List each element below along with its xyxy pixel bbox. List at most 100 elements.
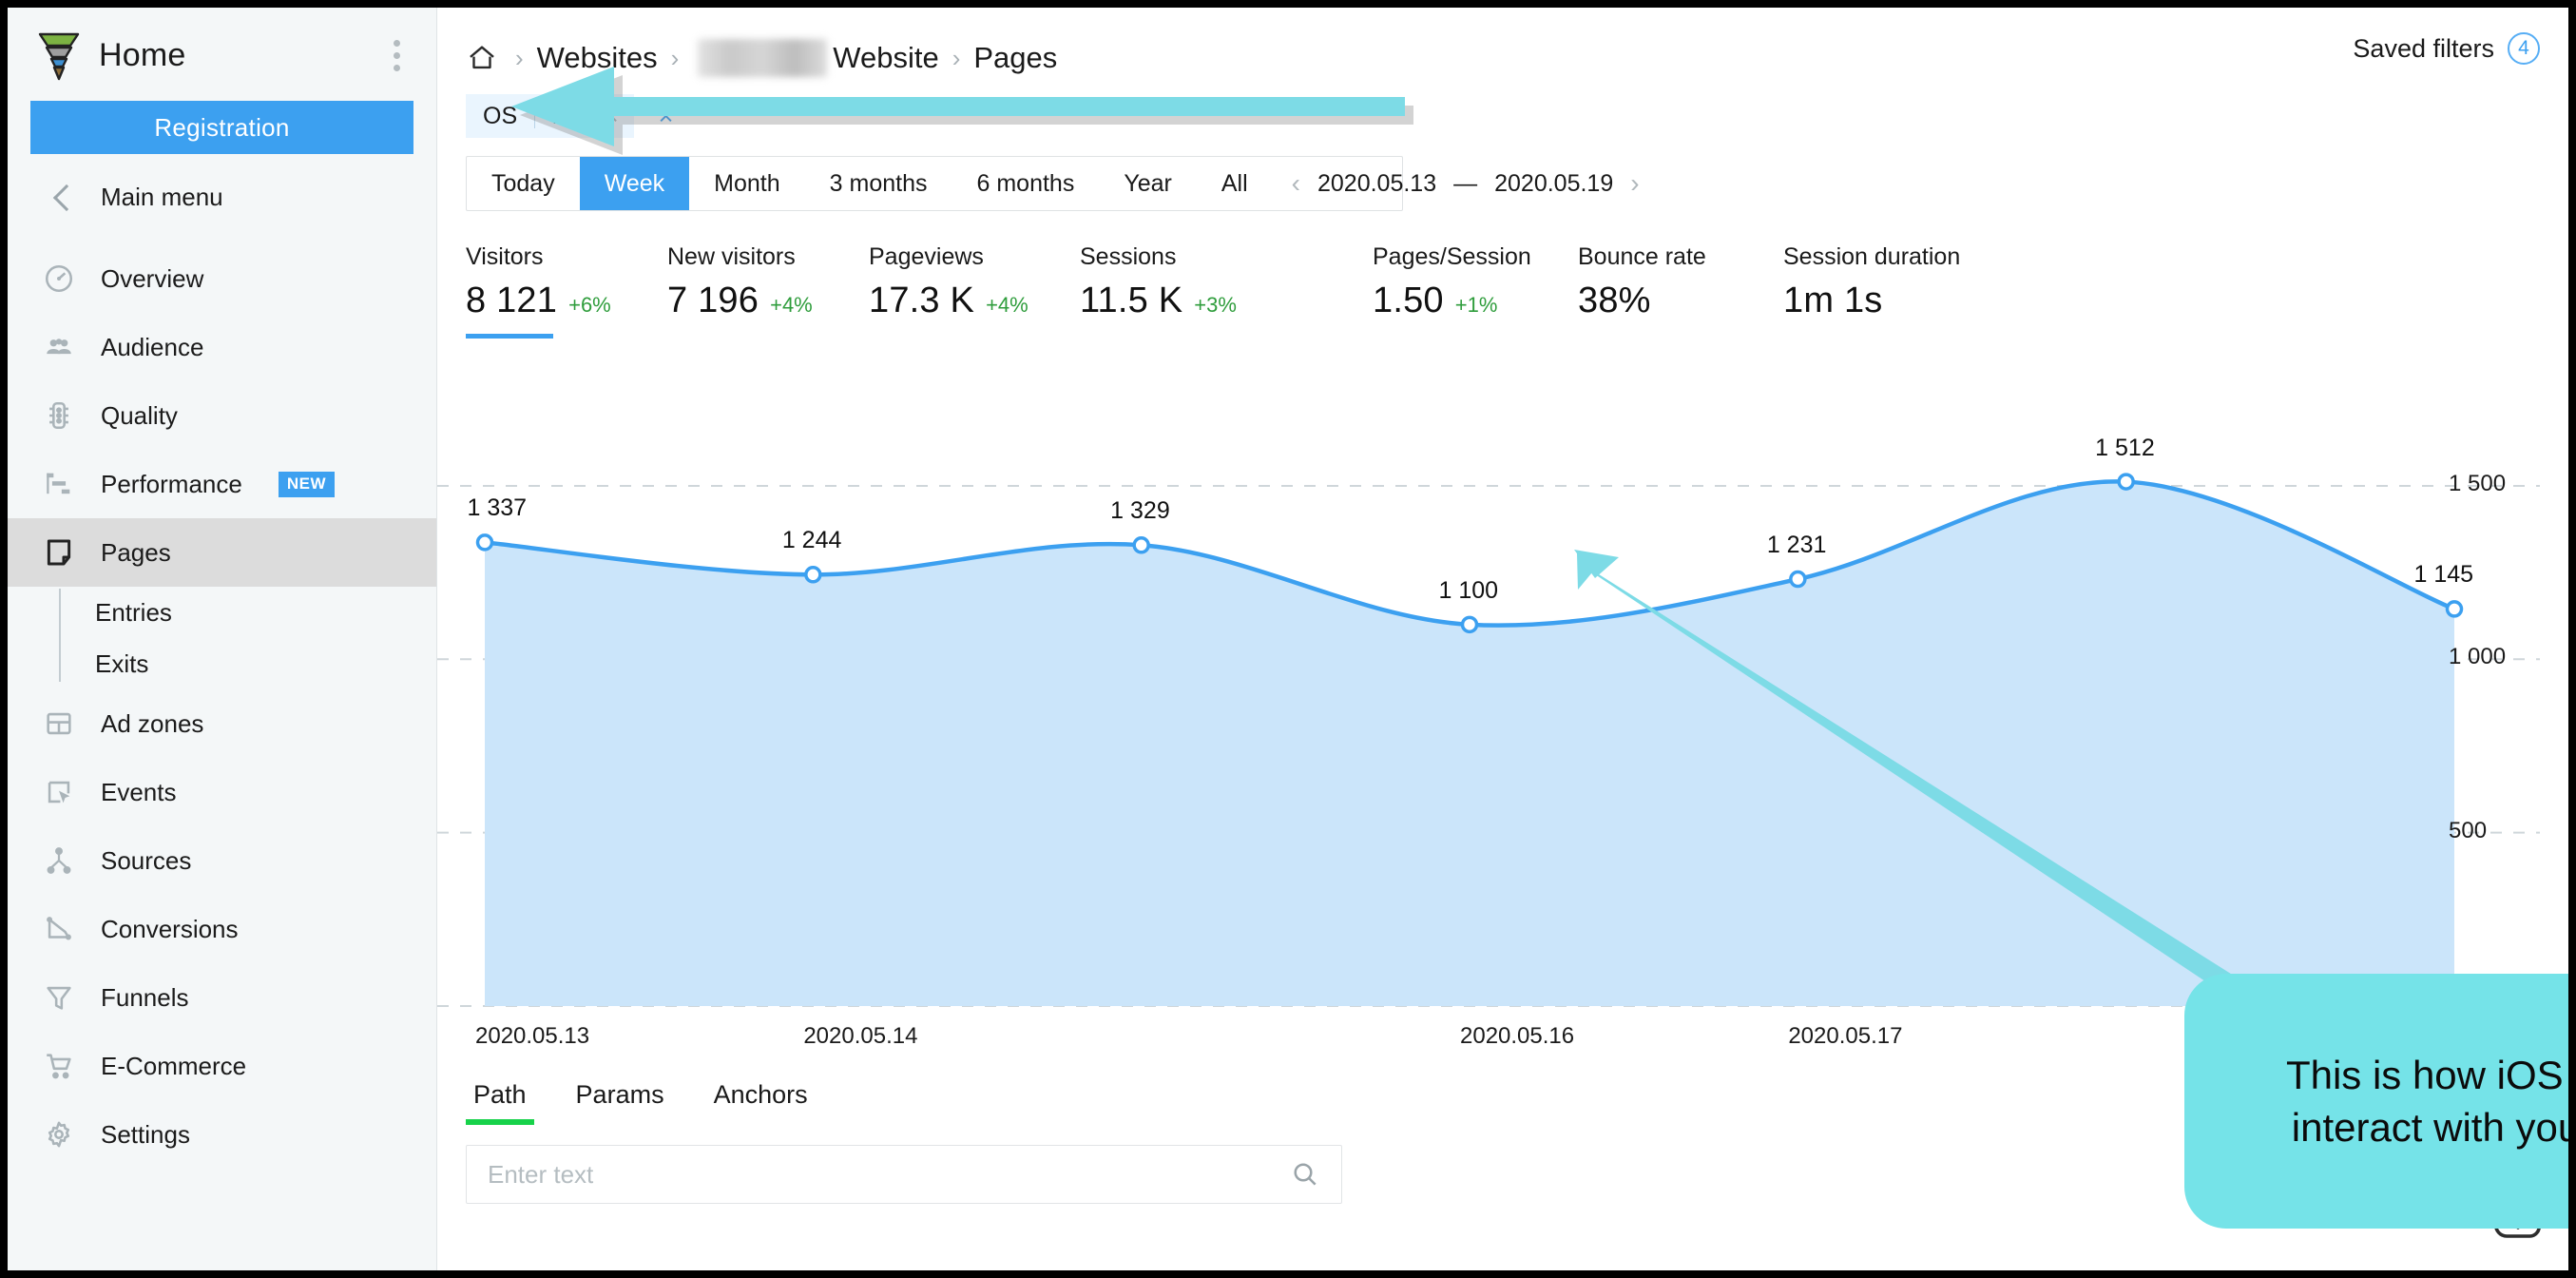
kpi-label: Bounce rate bbox=[1578, 243, 1706, 270]
range-option-month[interactable]: Month bbox=[689, 157, 804, 210]
path-search-box[interactable] bbox=[466, 1145, 1342, 1204]
kpi-session-duration[interactable]: Session duration 1m 1s bbox=[1783, 243, 1960, 321]
range-option-year[interactable]: Year bbox=[1099, 157, 1197, 210]
main-menu-back[interactable]: Main menu bbox=[8, 154, 436, 241]
kpi-value: 17.3 K bbox=[869, 281, 975, 320]
chart-point-label: 1 512 bbox=[2095, 434, 2155, 461]
content-tabs: Path Params Anchors bbox=[466, 1080, 833, 1125]
gear-icon bbox=[42, 1117, 76, 1152]
sidebar-item-conversions[interactable]: Conversions bbox=[8, 895, 436, 963]
filter-chip-remove-icon[interactable]: × bbox=[604, 102, 634, 131]
sidebar-item-label: Quality bbox=[101, 400, 178, 430]
date-range-from[interactable]: 2020.05.13 bbox=[1317, 170, 1436, 198]
breadcrumb-item-pages[interactable]: Pages bbox=[973, 41, 1057, 75]
more-vertical-icon[interactable] bbox=[379, 39, 413, 71]
chart-point-label: 1 231 bbox=[1766, 532, 1827, 559]
registration-button[interactable]: Registration bbox=[30, 101, 413, 154]
sidebar-item-audience[interactable]: Audience bbox=[8, 313, 436, 381]
sidebar-item-sources[interactable]: Sources bbox=[8, 826, 436, 895]
kpi-sessions[interactable]: Sessions 11.5 K +3% bbox=[1080, 243, 1373, 321]
sidebar-item-events[interactable]: Events bbox=[8, 758, 436, 826]
saved-filters-button[interactable]: Saved filters 4 bbox=[2353, 32, 2540, 65]
kpi-value: 1m 1s bbox=[1783, 281, 1883, 320]
chart-point-label: 1 329 bbox=[1110, 497, 1170, 525]
sidebar-item-entries[interactable]: Entries bbox=[65, 587, 436, 638]
breadcrumb-separator: › bbox=[952, 43, 961, 72]
tab-path[interactable]: Path bbox=[466, 1080, 551, 1125]
breadcrumb-separator: › bbox=[670, 43, 680, 72]
sidebar-item-label: Funnels bbox=[101, 982, 189, 1012]
visitors-area-chart[interactable]: 05001 0001 500 2020.05.132020.05.142020.… bbox=[437, 416, 2568, 1063]
analytics-app-window: Home Registration Main menu Overview Aud… bbox=[8, 8, 2568, 1270]
sidebar-item-exits[interactable]: Exits bbox=[65, 638, 436, 689]
cart-icon bbox=[42, 1049, 76, 1083]
filter-chip-value: iOS bbox=[552, 102, 592, 129]
breadcrumb-item-websites[interactable]: Websites bbox=[537, 41, 658, 75]
saved-filters-count-badge: 4 bbox=[2508, 32, 2540, 65]
funnel-logo-icon bbox=[38, 32, 80, 81]
sidebar-item-label: Sources bbox=[101, 845, 192, 875]
date-range-dash: — bbox=[1453, 169, 1478, 197]
kpi-delta: +4% bbox=[986, 293, 1028, 317]
sidebar-item-performance[interactable]: Performance NEW bbox=[8, 450, 436, 518]
kpi-value: 11.5 K bbox=[1080, 281, 1183, 320]
sidebar-item-label: E-Commerce bbox=[101, 1051, 247, 1080]
breadcrumb: › Websites › Website › Pages bbox=[466, 39, 1057, 77]
kpi-label: Visitors bbox=[466, 243, 544, 270]
range-option-today[interactable]: Today bbox=[467, 157, 580, 210]
sidebar-item-overview[interactable]: Overview bbox=[8, 244, 436, 313]
breadcrumb-item-website[interactable]: Website bbox=[833, 41, 938, 75]
sidebar-item-ad-zones[interactable]: Ad zones bbox=[8, 689, 436, 758]
sidebar-item-ecommerce[interactable]: E-Commerce bbox=[8, 1032, 436, 1100]
clear-all-filters-icon[interactable]: × bbox=[659, 102, 674, 131]
sidebar-item-funnels[interactable]: Funnels bbox=[8, 963, 436, 1032]
kpi-pageviews[interactable]: Pageviews 17.3 K +4% bbox=[869, 243, 1080, 321]
chart-y-tick-label: 1 000 bbox=[2449, 644, 2507, 670]
kpi-value: 7 196 bbox=[667, 281, 759, 320]
date-range-to[interactable]: 2020.05.19 bbox=[1494, 170, 1613, 198]
main-content: › Websites › Website › Pages Saved filte… bbox=[437, 8, 2568, 1270]
tab-label: Params bbox=[575, 1080, 664, 1109]
annotation-callout-text: This is how iOS users interact with your… bbox=[2285, 1052, 2568, 1150]
chart-point-label: 1 244 bbox=[781, 527, 842, 554]
tab-label: Path bbox=[473, 1080, 527, 1109]
conversion-icon bbox=[42, 912, 76, 946]
range-option-all[interactable]: All bbox=[1197, 157, 1273, 210]
tab-params[interactable]: Params bbox=[551, 1080, 689, 1125]
chart-point-label: 1 145 bbox=[2413, 561, 2474, 589]
filter-chips-row: OS iOS × × bbox=[437, 91, 2568, 141]
sidebar-item-pages[interactable]: Pages bbox=[8, 518, 436, 587]
prev-period-icon[interactable]: ‹ bbox=[1292, 168, 1300, 199]
search-icon[interactable] bbox=[1290, 1159, 1320, 1190]
kpi-selected-underline bbox=[466, 334, 553, 339]
kpi-label: Session duration bbox=[1783, 243, 1961, 270]
range-option-week[interactable]: Week bbox=[579, 157, 690, 210]
home-icon[interactable] bbox=[466, 42, 498, 74]
kpi-bounce-rate[interactable]: Bounce rate 38% bbox=[1578, 243, 1783, 321]
kpi-label: New visitors bbox=[667, 243, 796, 270]
page-icon bbox=[42, 535, 76, 570]
cursor-box-icon bbox=[42, 775, 76, 809]
sidebar-subnav: Entries Exits bbox=[8, 587, 436, 689]
kpi-visitors[interactable]: Visitors 8 121 +6% bbox=[466, 243, 667, 339]
kpi-delta: +6% bbox=[568, 293, 611, 317]
search-input[interactable] bbox=[488, 1159, 1290, 1190]
sidebar-item-label: Conversions bbox=[101, 914, 239, 943]
sidebar-item-quality[interactable]: Quality bbox=[8, 381, 436, 450]
range-option-3-months[interactable]: 3 months bbox=[805, 157, 952, 210]
chart-x-tick-label: 2020.05.17 bbox=[1788, 1023, 1903, 1049]
next-period-icon[interactable]: › bbox=[1630, 168, 1639, 199]
kpi-new-visitors[interactable]: New visitors 7 196 +4% bbox=[667, 243, 869, 321]
sidebar-item-settings[interactable]: Settings bbox=[8, 1100, 436, 1169]
sidebar-item-label: Events bbox=[101, 777, 177, 806]
date-range-bar: Today Week Month 3 months 6 months Year … bbox=[466, 156, 1640, 211]
sidebar-header: Home bbox=[8, 8, 436, 97]
breadcrumb-bar: › Websites › Website › Pages Saved filte… bbox=[437, 8, 2568, 84]
breadcrumb-item-redacted[interactable] bbox=[698, 39, 828, 77]
traffic-light-icon bbox=[42, 398, 76, 433]
chart-x-tick-label: 2020.05.13 bbox=[475, 1023, 590, 1049]
kpi-pages-per-session[interactable]: Pages/Session 1.50 +1% bbox=[1373, 243, 1578, 321]
range-option-6-months[interactable]: 6 months bbox=[952, 157, 1100, 210]
tab-anchors[interactable]: Anchors bbox=[689, 1080, 833, 1125]
filter-chip-os-ios[interactable]: OS iOS × bbox=[466, 94, 634, 138]
